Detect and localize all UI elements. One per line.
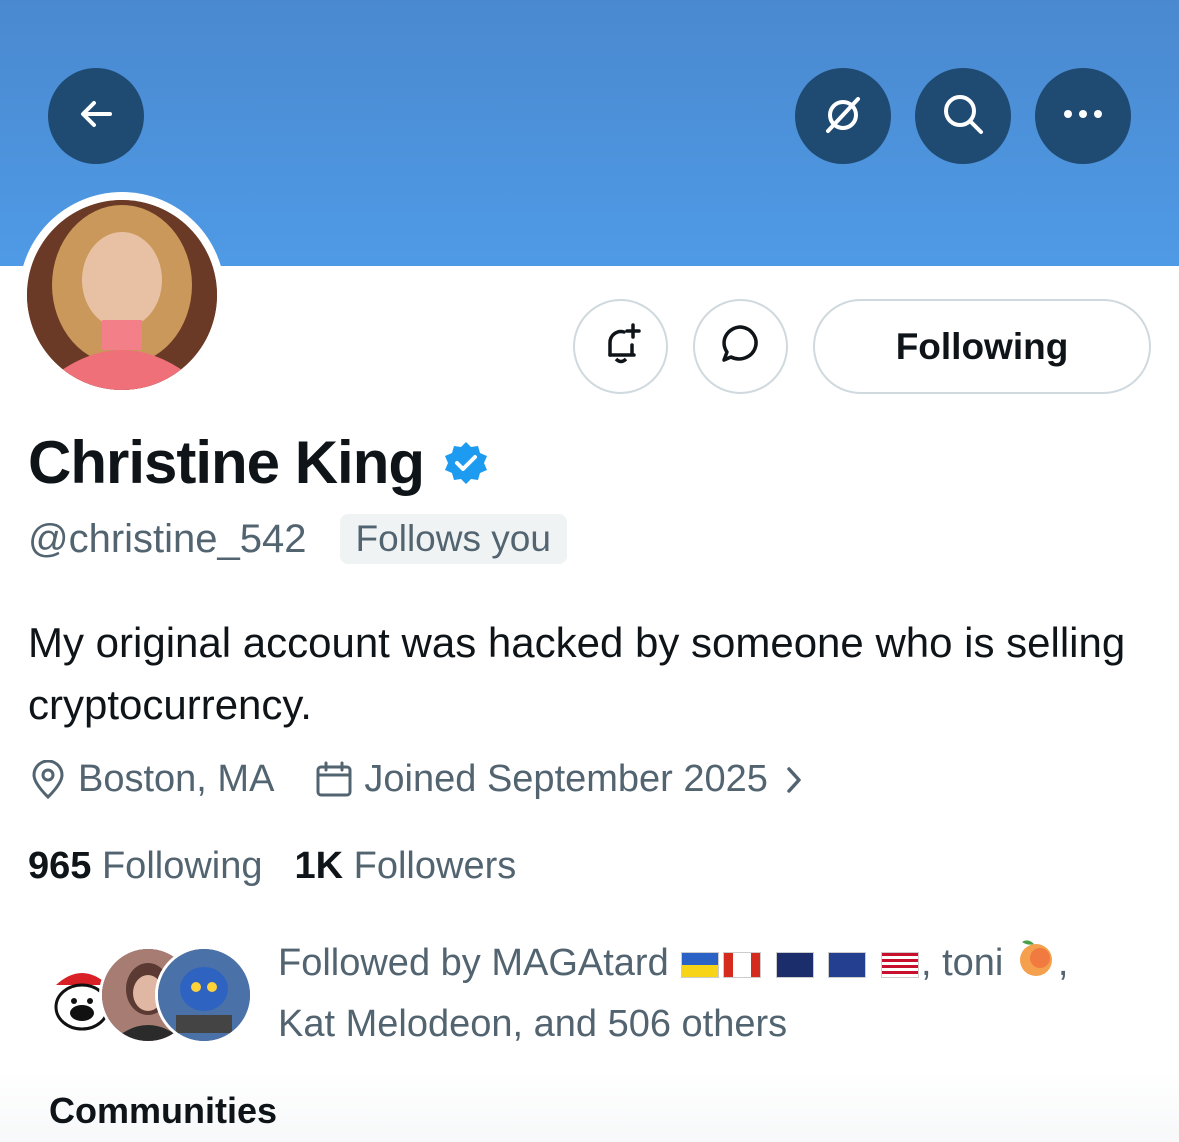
calendar-icon — [314, 760, 354, 800]
communities-heading: Communities — [49, 1090, 278, 1131]
bell-plus-icon — [598, 321, 644, 372]
verified-badge-icon — [442, 439, 490, 487]
following-label: Following — [101, 845, 263, 887]
chevron-right-icon — [784, 764, 804, 796]
following-button[interactable]: Following — [813, 299, 1151, 394]
followers-count: 1K — [294, 845, 344, 887]
more-button[interactable] — [1035, 68, 1131, 164]
following-stat[interactable]: 965 Following — [28, 845, 263, 888]
joined-text: Joined September 2025 — [364, 758, 768, 800]
followed-by-line2: Kat Melodeon, and 506 others — [278, 1003, 788, 1046]
profile-meta: Boston, MA Joined September 2025 — [28, 758, 804, 801]
avatar[interactable] — [27, 200, 217, 390]
notify-button[interactable] — [573, 299, 668, 394]
profile-name: Christine King — [28, 429, 425, 496]
peach-icon — [1014, 934, 1058, 995]
follower-avatar[interactable] — [155, 946, 253, 1044]
profile-name-row: Christine King — [28, 428, 490, 497]
flag-australia-icon — [775, 951, 814, 978]
followed-by-prefix: Followed by MAGAtard — [278, 942, 669, 984]
location-text: Boston, MA — [78, 758, 275, 800]
followers-label: Followers — [353, 845, 517, 887]
flag-usa-icon — [880, 951, 919, 978]
search-button[interactable] — [915, 68, 1011, 164]
profile-stats: 965 Following 1K Followers — [28, 845, 516, 888]
handle-row: @christine_542 Follows you — [28, 514, 567, 564]
flag-canada-icon — [723, 951, 762, 978]
more-icon — [1060, 107, 1106, 126]
joined-date[interactable]: Joined September 2025 — [314, 758, 804, 801]
following-count: 965 — [28, 845, 92, 887]
flag-ukraine-icon — [681, 951, 720, 978]
location: Boston, MA — [28, 758, 274, 801]
message-bubble-icon — [718, 321, 764, 372]
followers-stat[interactable]: 1K Followers — [295, 845, 517, 888]
follows-you-badge: Follows you — [339, 514, 567, 564]
message-button[interactable] — [693, 299, 788, 394]
profile-bio: My original account was hacked by someon… — [28, 619, 1126, 728]
flag-uk-icon — [828, 951, 867, 978]
followed-by-sep2: , — [1057, 942, 1069, 984]
grok-icon — [820, 91, 866, 142]
back-button[interactable] — [48, 68, 144, 164]
followed-by-sep1: , toni — [920, 942, 1004, 984]
location-pin-icon — [28, 759, 68, 800]
profile-handle: @christine_542 — [28, 516, 307, 561]
search-icon — [940, 91, 986, 142]
grok-button[interactable] — [795, 68, 891, 164]
followed-by-text[interactable]: Followed by MAGAtard , toni , Kat Melode… — [278, 934, 1158, 1053]
arrow-left-icon — [76, 94, 116, 139]
